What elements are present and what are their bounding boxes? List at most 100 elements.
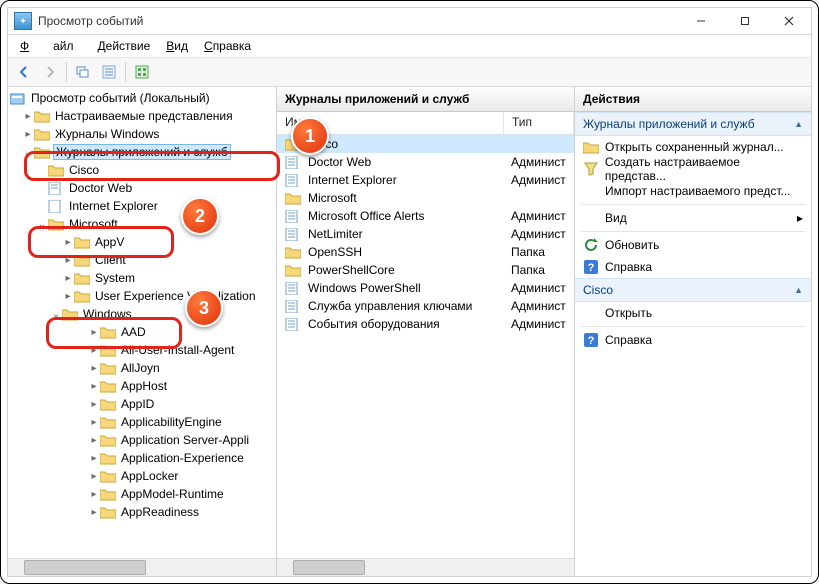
minimize-button[interactable] xyxy=(679,8,723,34)
action-view[interactable]: Вид▸ xyxy=(575,207,811,229)
expand-icon[interactable]: ▸ xyxy=(88,453,100,464)
actions-section-1[interactable]: Журналы приложений и служб▲ xyxy=(575,112,811,136)
tree-applicability[interactable]: ▸ApplicabilityEngine xyxy=(8,413,276,431)
tree-doctor-web[interactable]: Doctor Web xyxy=(8,179,276,197)
table-row[interactable]: Windows PowerShellАдминист xyxy=(277,279,574,297)
tree-alljoyn[interactable]: ▸AllJoyn xyxy=(8,359,276,377)
tree-apphost[interactable]: ▸AppHost xyxy=(8,377,276,395)
tree-root[interactable]: Просмотр событий (Локальный) xyxy=(8,89,276,107)
table-row[interactable]: События оборудованияАдминист xyxy=(277,315,574,333)
tree-app-services[interactable]: ⌄ Журналы приложений и служб xyxy=(8,143,276,161)
svg-text:?: ? xyxy=(588,335,595,347)
window-title: Просмотр событий xyxy=(38,14,679,28)
action-open[interactable]: Открыть xyxy=(575,302,811,324)
col-type[interactable]: Тип xyxy=(504,112,574,134)
folder-icon xyxy=(100,362,116,375)
expand-icon[interactable]: ▸ xyxy=(88,507,100,518)
col-name[interactable]: Имя xyxy=(277,112,504,134)
tool-details-button[interactable] xyxy=(130,60,154,84)
tree-windows-logs[interactable]: ▸ Журналы Windows xyxy=(8,125,276,143)
list-hscrollbar[interactable] xyxy=(277,558,574,576)
menu-action[interactable]: Действие xyxy=(90,37,159,55)
table-row[interactable]: Doctor WebАдминист xyxy=(277,153,574,171)
tree-appmodel[interactable]: ▸AppModel-Runtime xyxy=(8,485,276,503)
table-row[interactable]: Cisco xyxy=(277,135,574,153)
actions-section-2[interactable]: Cisco▲ xyxy=(575,278,811,302)
folder-icon xyxy=(74,272,90,285)
table-row[interactable]: PowerShellCoreПапка xyxy=(277,261,574,279)
tree-applocker[interactable]: ▸AppLocker xyxy=(8,467,276,485)
tree-app-experience[interactable]: ▸Application-Experience xyxy=(8,449,276,467)
expand-icon[interactable]: ▸ xyxy=(88,435,100,446)
tree-microsoft[interactable]: ⌄Microsoft xyxy=(8,215,276,233)
list-pane: Журналы приложений и служб Имя Тип Cisco… xyxy=(277,87,575,576)
tool-props-button[interactable] xyxy=(97,60,121,84)
expand-icon[interactable]: ▸ xyxy=(22,129,34,140)
blank-icon xyxy=(583,210,599,226)
tree-appv[interactable]: ▸AppV xyxy=(8,233,276,251)
table-row[interactable]: Microsoft xyxy=(277,189,574,207)
folder-icon xyxy=(100,416,116,429)
back-button[interactable] xyxy=(12,60,36,84)
expand-icon[interactable]: ▸ xyxy=(88,381,100,392)
tree-uev[interactable]: ▸User Experience Virtualization xyxy=(8,287,276,305)
expand-icon[interactable]: ▸ xyxy=(88,417,100,428)
collapse-icon[interactable]: ⌄ xyxy=(50,309,62,320)
expand-icon[interactable]: ▸ xyxy=(88,489,100,500)
folder-icon xyxy=(100,488,116,501)
table-row[interactable]: Служба управления ключамиАдминист xyxy=(277,297,574,315)
close-button[interactable] xyxy=(767,8,811,34)
folder-icon xyxy=(34,146,50,159)
action-refresh[interactable]: Обновить xyxy=(575,234,811,256)
toolbar xyxy=(8,58,811,87)
help-icon: ? xyxy=(583,259,599,275)
expand-icon[interactable]: ▸ xyxy=(62,237,74,248)
menu-file[interactable]: Файл xyxy=(12,37,90,55)
folder-icon xyxy=(34,128,50,141)
forward-button[interactable] xyxy=(38,60,62,84)
actions-title: Действия xyxy=(575,87,811,112)
tree-aad[interactable]: ▸AAD xyxy=(8,323,276,341)
tree-all-user[interactable]: ▸All-User-Install-Agent xyxy=(8,341,276,359)
table-row[interactable]: NetLimiterАдминист xyxy=(277,225,574,243)
collapse-icon[interactable]: ⌄ xyxy=(22,147,34,158)
collapse-icon[interactable]: ⌄ xyxy=(36,219,48,230)
expand-icon[interactable]: ▸ xyxy=(62,291,74,302)
table-row[interactable]: Internet ExplorerАдминист xyxy=(277,171,574,189)
expand-icon[interactable]: ▸ xyxy=(88,471,100,482)
expand-icon[interactable]: ▸ xyxy=(88,363,100,374)
tree-cisco[interactable]: Cisco xyxy=(8,161,276,179)
action-help-2[interactable]: ?Справка xyxy=(575,329,811,351)
cell-name: Microsoft xyxy=(308,191,357,205)
expand-icon[interactable]: ▸ xyxy=(88,399,100,410)
menu-view[interactable]: Вид xyxy=(158,37,196,55)
table-row[interactable]: Microsoft Office AlertsАдминист xyxy=(277,207,574,225)
tree-hscrollbar[interactable] xyxy=(8,558,276,576)
tree-internet-explorer[interactable]: Internet Explorer xyxy=(8,197,276,215)
tree-system[interactable]: ▸System xyxy=(8,269,276,287)
tree-appreadiness[interactable]: ▸AppReadiness xyxy=(8,503,276,521)
expand-icon[interactable]: ▸ xyxy=(88,345,100,356)
action-import-view[interactable]: Импорт настраиваемого предст... xyxy=(575,180,811,202)
tool-console-button[interactable] xyxy=(71,60,95,84)
log-icon xyxy=(285,318,301,331)
folder-icon xyxy=(100,380,116,393)
expand-icon[interactable]: ▸ xyxy=(62,255,74,266)
cell-type: Админист xyxy=(503,280,574,296)
tree-custom-views[interactable]: ▸ Настраиваемые представления xyxy=(8,107,276,125)
maximize-button[interactable] xyxy=(723,8,767,34)
tree-app-server[interactable]: ▸Application Server-Appli xyxy=(8,431,276,449)
expand-icon[interactable]: ▸ xyxy=(62,273,74,284)
list-title: Журналы приложений и служб xyxy=(277,87,574,112)
tree-client[interactable]: ▸Client xyxy=(8,251,276,269)
action-create-view[interactable]: Создать настраиваемое представ... xyxy=(575,158,811,180)
expand-icon[interactable]: ▸ xyxy=(88,327,100,338)
action-help[interactable]: ?Справка xyxy=(575,256,811,278)
log-icon xyxy=(285,210,301,223)
menu-help[interactable]: Справка xyxy=(196,37,259,55)
folder-icon xyxy=(74,290,90,303)
tree-appid[interactable]: ▸AppID xyxy=(8,395,276,413)
expand-icon[interactable]: ▸ xyxy=(22,111,34,122)
tree-windows[interactable]: ⌄Windows xyxy=(8,305,276,323)
table-row[interactable]: OpenSSHПапка xyxy=(277,243,574,261)
